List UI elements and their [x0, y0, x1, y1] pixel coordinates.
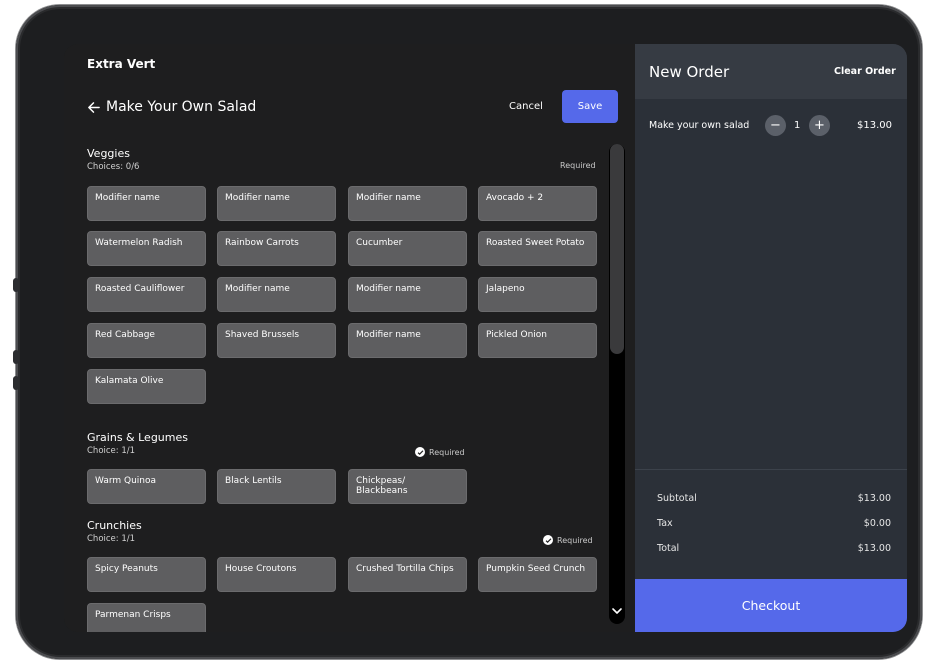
total-label: Total [657, 543, 680, 554]
modifier-scroll-area[interactable]: Veggies Choices: 0/6 Required Modifier n… [64, 142, 609, 632]
page-header: Make Your Own Salad [87, 99, 256, 115]
group-choices-veggies: Choices: 0/6 [87, 162, 140, 172]
device-button [13, 278, 19, 292]
check-icon [415, 447, 425, 457]
required-badge: Required [415, 447, 465, 457]
modifier-chip[interactable]: Spicy Peanuts [87, 557, 206, 592]
required-label: Required [560, 161, 596, 170]
modifier-chip[interactable]: Rainbow Carrots [217, 231, 336, 266]
modifier-chip[interactable]: Red Cabbage [87, 323, 206, 358]
modifier-chip[interactable]: Cucumber [348, 231, 467, 266]
tax-label: Tax [657, 518, 673, 529]
increase-qty-button[interactable]: + [809, 115, 830, 136]
chevron-down-icon[interactable] [610, 604, 624, 618]
order-title: New Order [649, 63, 730, 81]
modifier-chip[interactable]: Roasted Cauliflower [87, 277, 206, 312]
group-choices-grains: Choice: 1/1 [87, 446, 136, 456]
modifier-chip[interactable]: Watermelon Radish [87, 231, 206, 266]
required-badge: Required [543, 535, 593, 545]
modifier-chip[interactable]: Black Lentils [217, 469, 336, 504]
back-arrow-icon[interactable] [87, 101, 100, 114]
screen: Extra Vert Make Your Own Salad Cancel Sa… [64, 44, 907, 632]
venue-name: Extra Vert [87, 57, 156, 71]
device-button [13, 350, 19, 364]
line-item-qty: 1 [794, 120, 801, 131]
modifier-chip[interactable]: Avocado + 2 [478, 186, 597, 221]
decrease-qty-button[interactable]: − [765, 115, 786, 136]
modifier-chip[interactable]: Modifier name [87, 186, 206, 221]
group-title-crunchies: Crunchies [87, 519, 142, 532]
modifier-chip[interactable]: Modifier name [217, 186, 336, 221]
modifier-chip[interactable]: Roasted Sweet Potato [478, 231, 597, 266]
tablet-frame: Extra Vert Make Your Own Salad Cancel Sa… [13, 5, 922, 659]
save-button[interactable]: Save [562, 90, 618, 123]
modifier-chip[interactable]: Modifier name [348, 277, 467, 312]
line-item-name: Make your own salad [649, 120, 750, 131]
page-title: Make Your Own Salad [106, 99, 257, 115]
scrollbar-thumb[interactable] [610, 144, 624, 354]
modifier-chip[interactable]: Crushed Tortilla Chips [348, 557, 467, 592]
required-badge: Required [560, 161, 596, 170]
required-label: Required [429, 447, 465, 457]
cancel-button[interactable]: Cancel [509, 101, 543, 112]
checkout-button[interactable]: Checkout [635, 579, 907, 632]
line-item-price: $13.00 [857, 120, 892, 131]
clear-order-button[interactable]: Clear Order [834, 66, 896, 77]
subtotal-label: Subtotal [657, 493, 697, 504]
total-value: $13.00 [857, 543, 891, 554]
modifier-chip[interactable]: Pickled Onion [478, 323, 597, 358]
modifier-chip[interactable]: Shaved Brussels [217, 323, 336, 358]
modifier-panel: Extra Vert Make Your Own Salad Cancel Sa… [64, 44, 635, 632]
modifier-chip[interactable]: Warm Quinoa [87, 469, 206, 504]
modifier-chip[interactable]: Jalapeno [478, 277, 597, 312]
modifier-chip[interactable]: Modifier name [348, 323, 467, 358]
divider [635, 469, 907, 470]
group-title-grains: Grains & Legumes [87, 431, 188, 444]
order-panel: New Order Clear Order Make your own sala… [635, 44, 907, 632]
group-choices-crunchies: Choice: 1/1 [87, 534, 136, 544]
modifier-chip[interactable]: Kalamata Olive [87, 369, 206, 404]
modifier-chip[interactable]: Pumpkin Seed Crunch [478, 557, 597, 592]
tax-value: $0.00 [863, 518, 891, 529]
order-header: New Order Clear Order [635, 44, 907, 99]
modifier-chip[interactable]: House Croutons [217, 557, 336, 592]
check-icon [543, 535, 553, 545]
required-label: Required [557, 535, 593, 545]
modifier-chip[interactable]: Modifier name [348, 186, 467, 221]
modifier-chip[interactable]: Chickpeas/ Blackbeans [348, 469, 467, 504]
device-button [13, 376, 19, 390]
modifier-chip[interactable]: Parmenan Crisps [87, 603, 206, 632]
subtotal-value: $13.00 [857, 493, 891, 504]
group-title-veggies: Veggies [87, 147, 130, 160]
modifier-chip[interactable]: Modifier name [217, 277, 336, 312]
